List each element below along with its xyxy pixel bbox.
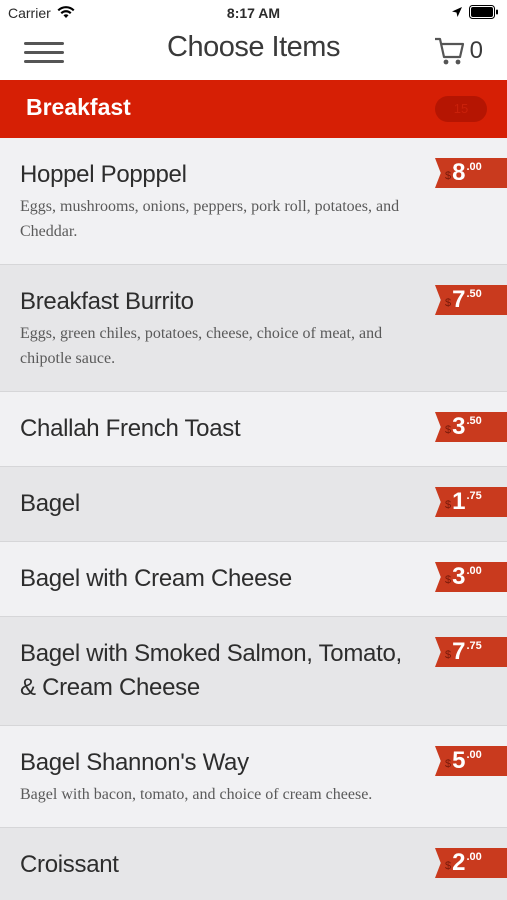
price-cents: .75: [466, 490, 482, 502]
category-count-badge: 15: [435, 96, 487, 122]
price-dollars: 3: [452, 413, 466, 440]
price-currency: $: [445, 297, 452, 309]
price-dollars: 7: [452, 286, 466, 313]
item-name: Hoppel Popppel: [20, 161, 187, 188]
status-right: [451, 5, 499, 19]
price-dollars: 5: [452, 747, 466, 774]
price-cents: .75: [466, 640, 482, 652]
category-header[interactable]: Breakfast 15: [0, 80, 507, 138]
item-name: Bagel with Cream Cheese: [20, 565, 292, 592]
price-tag: $3.00: [435, 562, 507, 592]
item-description: Bagel with bacon, tomato, and choice of …: [20, 786, 373, 803]
price-tag: $1.75: [435, 487, 507, 517]
item-name: Bagel with Smoked Salmon, Tomato, & Crea…: [20, 640, 402, 701]
price-tag: $3.50: [435, 412, 507, 442]
cart-icon: [434, 37, 464, 65]
menu-item[interactable]: Bagel $1.75: [0, 467, 507, 542]
price-currency: $: [445, 860, 452, 872]
price-tag: $2.00: [435, 848, 507, 878]
price-cents: .50: [466, 415, 482, 427]
menu-item[interactable]: Bagel Shannon's Way Bagel with bacon, tom…: [0, 726, 507, 828]
status-bar: Carrier 8:17 AM: [0, 0, 507, 28]
menu-item[interactable]: Hoppel Popppel Eggs, mushrooms, onions, p…: [0, 138, 507, 265]
price-currency: $: [445, 649, 452, 661]
price-dollars: 2: [452, 849, 466, 876]
menu-item[interactable]: Challah French Toast $3.50: [0, 392, 507, 467]
menu-item[interactable]: Croissant $2.00: [0, 828, 507, 900]
price-cents: .00: [466, 565, 482, 577]
price-currency: $: [445, 499, 452, 511]
cart-count: 0: [469, 37, 483, 64]
price-currency: $: [445, 424, 452, 436]
item-name: Croissant: [20, 851, 119, 878]
price-cents: .50: [466, 288, 482, 300]
price-dollars: 1: [452, 488, 466, 515]
item-name: Bagel: [20, 490, 80, 517]
price-currency: $: [445, 170, 452, 182]
price-cents: .00: [466, 851, 482, 863]
category-label: Breakfast: [26, 94, 131, 120]
menu-list[interactable]: Hoppel Popppel Eggs, mushrooms, onions, p…: [0, 138, 507, 900]
menu-item[interactable]: Bagel with Smoked Salmon, Tomato, & Crea…: [0, 617, 507, 726]
price-currency: $: [445, 574, 452, 586]
price-tag: $5.00: [435, 746, 507, 776]
item-name: Bagel Shannon's Way: [20, 749, 249, 776]
price-tag: $7.50: [435, 285, 507, 315]
item-description: Eggs, green chiles, potatoes, cheese, ch…: [20, 325, 383, 367]
price-cents: .00: [466, 749, 482, 761]
price-tag: $8.00: [435, 158, 507, 188]
location-arrow-icon: [452, 7, 462, 17]
price-dollars: 7: [452, 638, 466, 665]
cart-button[interactable]: 0: [434, 36, 483, 66]
price-dollars: 8: [452, 159, 466, 186]
battery-icon: [469, 5, 498, 19]
page-title: Choose Items: [167, 31, 340, 63]
item-name: Breakfast Burrito: [20, 288, 194, 315]
menu-item[interactable]: Breakfast Burrito Eggs, green chiles, pot…: [0, 265, 507, 392]
price-cents: .00: [466, 161, 482, 173]
price-currency: $: [445, 758, 452, 770]
status-time: 8:17 AM: [226, 5, 281, 21]
item-description: Eggs, mushrooms, onions, peppers, pork r…: [20, 198, 400, 240]
item-name: Challah French Toast: [20, 415, 241, 442]
menu-item[interactable]: Bagel with Cream Cheese $3.00: [0, 542, 507, 617]
nav-bar: Choose Items 0: [0, 28, 507, 80]
price-dollars: 3: [452, 563, 466, 590]
price-tag: $7.75: [435, 637, 507, 667]
